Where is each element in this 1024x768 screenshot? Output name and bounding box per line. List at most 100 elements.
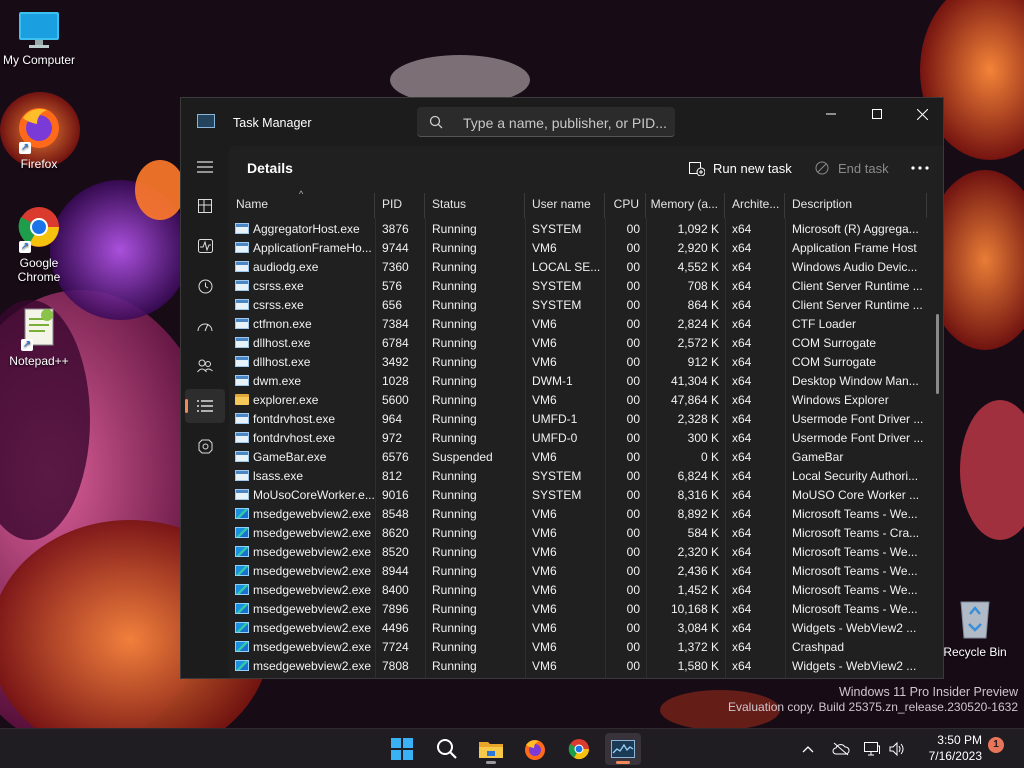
taskbar-start-button[interactable] — [384, 733, 420, 765]
column-header-pid[interactable]: PID — [375, 193, 425, 218]
table-row[interactable]: audiodg.exe 7360 Running LOCAL SE... 00 4,552… — [229, 258, 929, 277]
table-row[interactable]: csrss.exe 576 Running SYSTEM 00 708 K x64 Clien… — [229, 277, 929, 296]
table-row[interactable]: dllhost.exe 6784 Running VM6 00 2,572 K x64 COM… — [229, 334, 929, 353]
process-name: ctfmon.exe — [253, 317, 312, 331]
table-row[interactable]: msedgewebview2.exe 8620 Running VM6 00 584 K x… — [229, 524, 929, 543]
process-name: csrss.exe — [253, 279, 304, 293]
desktop-icon-notepadpp[interactable]: ↗ Notepad++ — [1, 305, 77, 368]
table-row[interactable]: msedgewebview2.exe 7808 Running VM6 00 1,580 … — [229, 657, 929, 676]
tray-volume[interactable] — [884, 733, 910, 765]
table-row[interactable]: msedgewebview2.exe 8944 Running VM6 00 2,436 … — [229, 562, 929, 581]
table-row[interactable]: MoUsoCoreWorker.e... 9016 Running SYSTEM 00 8… — [229, 486, 929, 505]
cell-status: Running — [432, 583, 477, 597]
nav-menu-toggle[interactable] — [185, 150, 225, 184]
cell-memory: 47,864 K — [670, 393, 719, 407]
cell-description: Usermode Font Driver ... — [792, 412, 924, 426]
taskbar-firefox[interactable] — [517, 733, 553, 765]
desktop-icon-firefox[interactable]: ↗ Firefox — [1, 104, 77, 171]
cell-cpu: 00 — [626, 374, 640, 388]
table-row[interactable]: ctfmon.exe 7384 Running VM6 00 2,824 K x64 CTF … — [229, 315, 929, 334]
column-header-architecture[interactable]: Archite... — [725, 193, 785, 218]
cell-architecture: x64 — [732, 640, 752, 654]
show-hidden-icons-button[interactable] — [792, 733, 824, 765]
table-row[interactable]: msedgewebview2.exe 4496 Running VM6 00 3,084 … — [229, 619, 929, 638]
tray-onedrive[interactable] — [826, 733, 856, 765]
webview-process-icon — [235, 584, 249, 595]
table-row[interactable]: fontdrvhost.exe 972 Running UMFD-0 00 300 K x6… — [229, 429, 929, 448]
table-row[interactable]: lsass.exe 812 Running SYSTEM 00 6,824 K x64 Loc… — [229, 467, 929, 486]
process-icon — [235, 261, 249, 272]
cell-user-name: VM6 — [532, 355, 557, 369]
table-row[interactable]: msedgewebview2.exe 8548 Running VM6 00 8,892 … — [229, 505, 929, 524]
taskbar-clock[interactable]: 3:50 PM 7/16/2023 — [916, 732, 982, 764]
nav-processes[interactable] — [185, 189, 225, 223]
shortcut-arrow-icon: ↗ — [21, 339, 33, 351]
table-row[interactable]: ApplicationFrameHo... 9744 Running VM6 00 2,9… — [229, 239, 929, 258]
taskbar-chrome[interactable] — [561, 733, 597, 765]
search-input[interactable] — [461, 112, 670, 134]
table-row[interactable]: msedgewebview2.exe 8400 Running VM6 00 1,452 … — [229, 581, 929, 600]
cell-architecture: x64 — [732, 583, 752, 597]
taskbar-file-explorer[interactable] — [473, 733, 509, 765]
more-options-button[interactable] — [909, 156, 931, 180]
nav-services[interactable] — [185, 429, 225, 463]
nav-startup-apps[interactable] — [185, 309, 225, 343]
cell-name: msedgewebview2.exe — [229, 619, 375, 638]
column-header-user-name[interactable]: User name — [525, 193, 605, 218]
table-row[interactable]: GameBar.exe 6576 Suspended VM6 00 0 K x64 GameB… — [229, 448, 929, 467]
table-row[interactable]: AggregatorHost.exe 3876 Running SYSTEM 00 1,0… — [229, 220, 929, 239]
run-new-task-button[interactable]: Run new task — [689, 156, 792, 180]
close-button[interactable] — [899, 98, 943, 130]
network-icon — [864, 742, 880, 756]
tray-network[interactable] — [858, 733, 886, 765]
cell-cpu: 00 — [626, 298, 640, 312]
end-task-button[interactable]: End task — [815, 156, 889, 180]
notification-badge[interactable]: 1 — [988, 737, 1004, 753]
cell-pid: 8944 — [382, 564, 409, 578]
cell-pid: 656 — [382, 298, 403, 312]
nav-users[interactable] — [185, 349, 225, 383]
taskbar-search-button[interactable] — [429, 733, 465, 765]
desktop-icon-label: My Computer — [2, 53, 76, 67]
hamburger-icon — [197, 161, 213, 173]
taskbar: 3:50 PM 7/16/2023 1 — [0, 728, 1024, 768]
desktop-icon-my-computer[interactable]: My Computer — [1, 10, 77, 67]
cell-architecture: x64 — [732, 488, 752, 502]
cell-pid: 9744 — [382, 241, 409, 255]
nav-performance[interactable] — [185, 229, 225, 263]
minimize-button[interactable] — [808, 98, 854, 130]
cell-pid: 8548 — [382, 507, 409, 521]
task-manager-window[interactable]: Task Manager Type a name, publisher, or … — [180, 97, 944, 679]
taskbar-task-manager[interactable] — [605, 733, 641, 765]
table-row[interactable]: explorer.exe 5600 Running VM6 00 47,864 K x64 W… — [229, 391, 929, 410]
table-row[interactable]: msedgewebview2.exe 8520 Running VM6 00 2,320 … — [229, 543, 929, 562]
cell-memory: 2,824 K — [677, 317, 719, 331]
search-box[interactable] — [417, 107, 675, 137]
desktop-icon-recycle-bin[interactable]: Recycle Bin — [937, 596, 1013, 659]
process-name: explorer.exe — [253, 393, 319, 407]
cell-user-name: SYSTEM — [532, 488, 582, 502]
column-header-memory[interactable]: Memory (a... — [646, 193, 725, 218]
table-row[interactable]: dwm.exe 1028 Running DWM-1 00 41,304 K x64 Desk… — [229, 372, 929, 391]
nav-app-history[interactable] — [185, 269, 225, 303]
table-row[interactable]: csrss.exe 656 Running SYSTEM 00 864 K x64 Clien… — [229, 296, 929, 315]
table-row[interactable]: msedgewebview2.exe 7724 Running VM6 00 1,372 … — [229, 638, 929, 657]
cell-cpu: 00 — [626, 241, 640, 255]
column-header-description[interactable]: Description — [785, 193, 927, 218]
vertical-scrollbar[interactable] — [936, 314, 939, 394]
desktop-icon-google-chrome[interactable]: ↗ Google Chrome — [1, 205, 77, 284]
cell-user-name: VM6 — [532, 602, 557, 616]
watermark-line-2: Evaluation copy. Build 25375.zn_release.… — [728, 700, 1018, 714]
table-row[interactable]: dllhost.exe 3492 Running VM6 00 912 K x64 COM S… — [229, 353, 929, 372]
nav-details[interactable] — [185, 389, 225, 423]
table-row[interactable]: fontdrvhost.exe 964 Running UMFD-1 00 2,328 K… — [229, 410, 929, 429]
column-header-status[interactable]: Status — [425, 193, 525, 218]
title-bar[interactable]: Task Manager — [181, 98, 943, 146]
cell-memory: 8,316 K — [677, 488, 719, 502]
column-header-cpu[interactable]: CPU — [605, 193, 646, 218]
maximize-button[interactable] — [854, 98, 900, 130]
table-row[interactable]: msedgewebview2.exe 7896 Running VM6 00 10,168… — [229, 600, 929, 619]
cell-cpu: 00 — [626, 659, 640, 673]
cell-memory: 1,580 K — [677, 659, 719, 673]
clock-time: 3:50 PM — [937, 733, 982, 747]
